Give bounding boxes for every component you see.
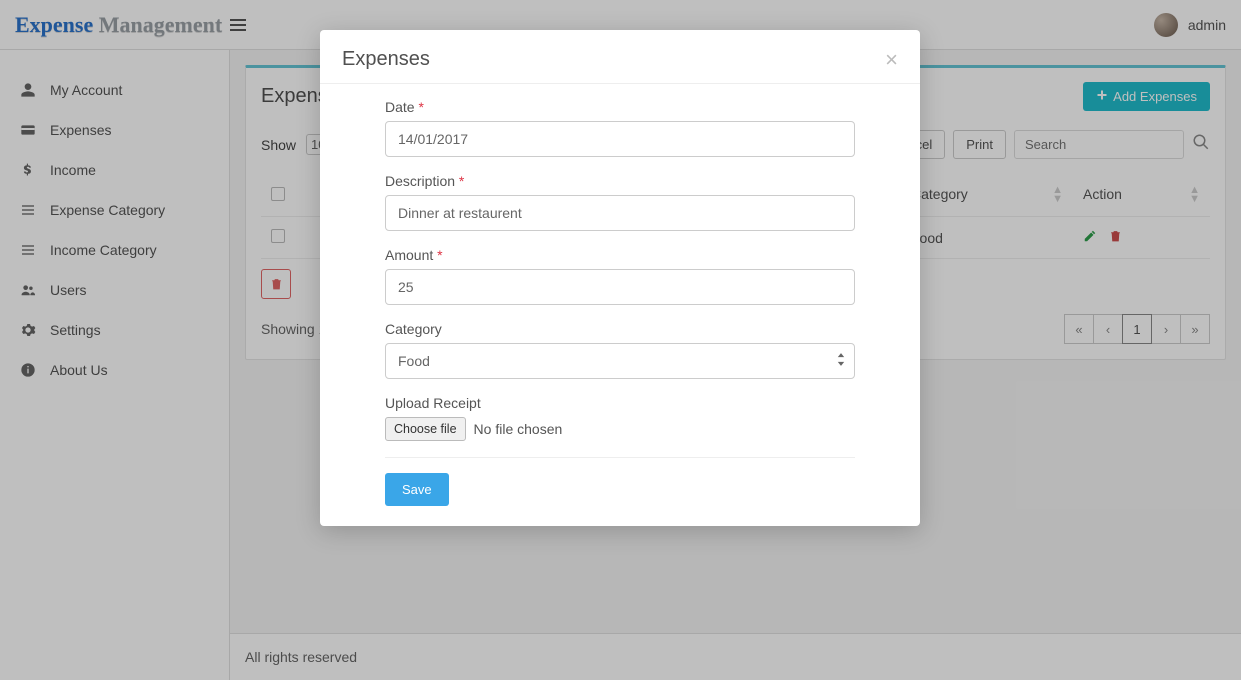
choose-file-button[interactable]: Choose file — [385, 417, 466, 441]
file-status: No file chosen — [474, 421, 563, 437]
save-label: Save — [402, 482, 432, 497]
description-field[interactable] — [385, 195, 855, 231]
amount-field[interactable] — [385, 269, 855, 305]
modal-title: Expenses — [342, 48, 430, 71]
close-icon[interactable]: × — [885, 52, 898, 68]
date-field[interactable] — [385, 121, 855, 157]
expenses-modal: Expenses × Date * Description * Amount *… — [320, 30, 920, 526]
date-label: Date * — [385, 99, 855, 115]
category-select[interactable] — [385, 343, 855, 379]
upload-label: Upload Receipt — [385, 395, 855, 411]
amount-label: Amount * — [385, 247, 855, 263]
description-label: Description * — [385, 173, 855, 189]
category-label: Category — [385, 321, 855, 337]
save-button[interactable]: Save — [385, 473, 449, 506]
divider — [385, 457, 855, 458]
